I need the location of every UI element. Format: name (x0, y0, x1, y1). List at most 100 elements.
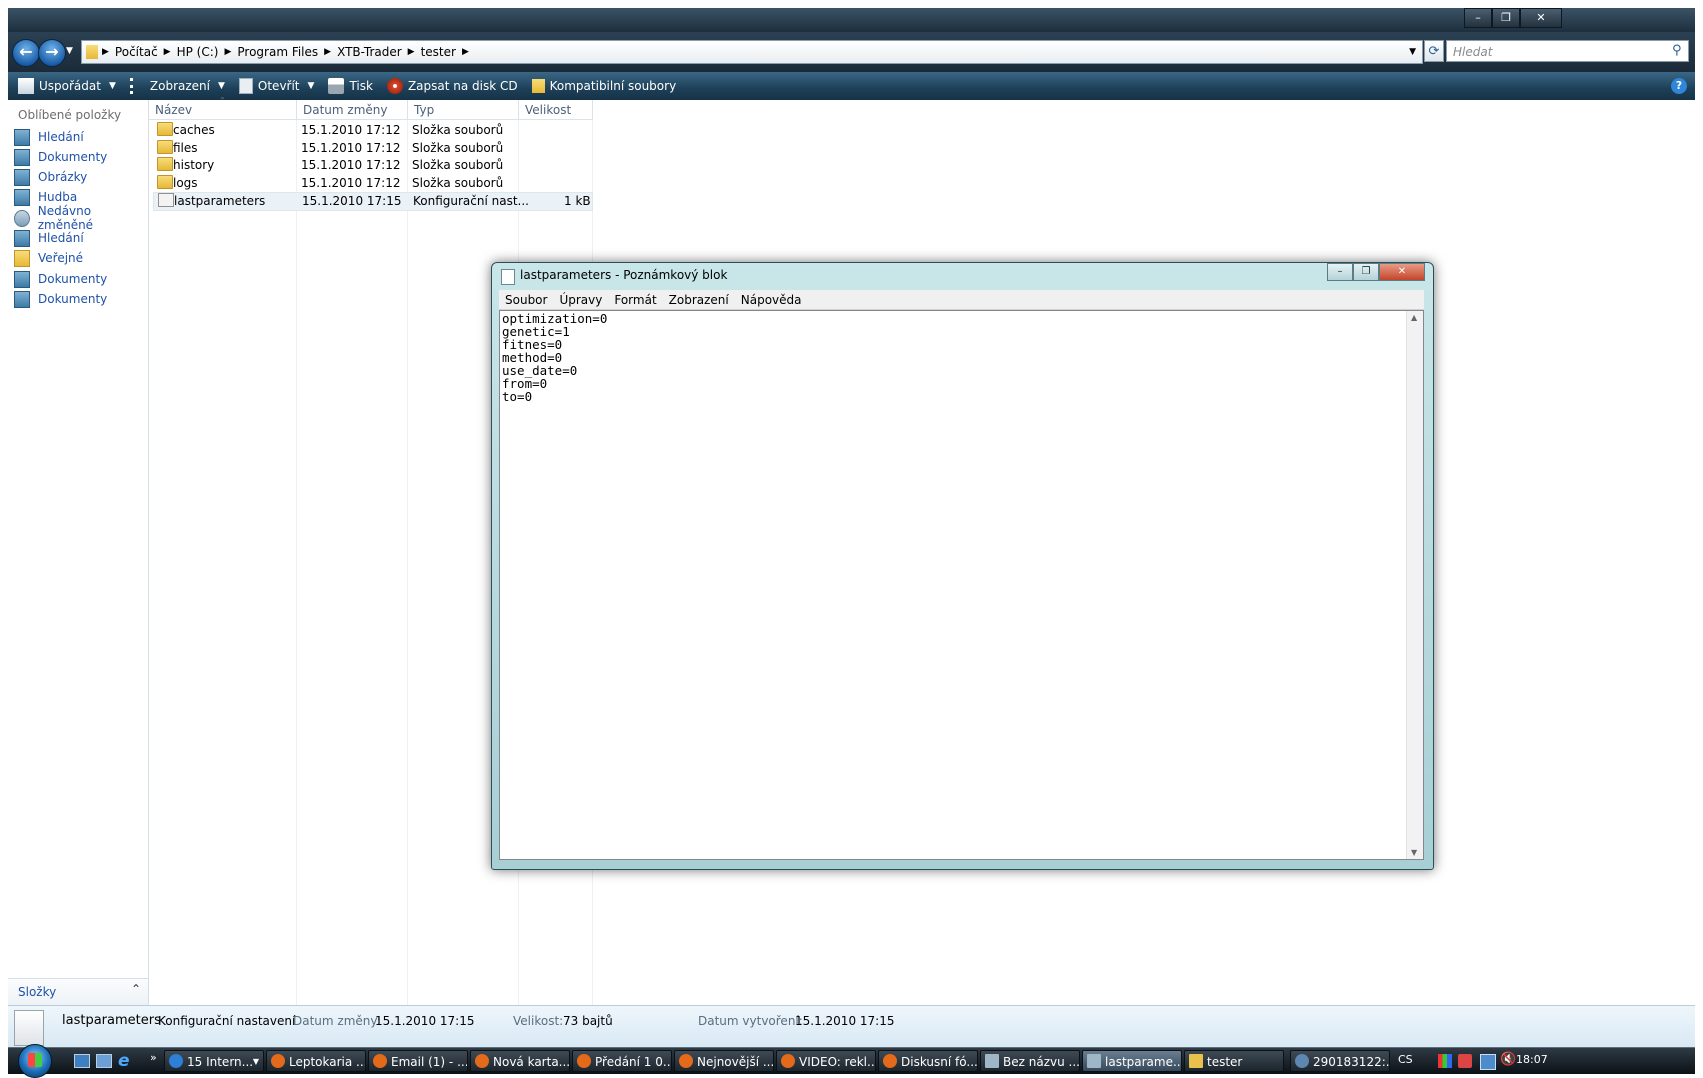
search-folder-icon (14, 128, 30, 146)
file-date: 15.1.2010 17:12 (301, 141, 401, 155)
notepad-content: optimization=0 genetic=1 fitnes=0 method… (502, 311, 608, 404)
breadcrumb-separator[interactable]: ▶ (462, 47, 469, 57)
menu-edit[interactable]: Úpravy (553, 293, 608, 307)
breadcrumb-separator[interactable]: ▶ (224, 47, 231, 57)
scroll-down-icon[interactable]: ▼ (1411, 848, 1417, 857)
help-icon[interactable]: ? (1671, 78, 1687, 94)
file-row-selected[interactable]: lastparameters 15.1.2010 17:15 Konfigura… (153, 192, 593, 211)
forward-button[interactable]: → (38, 39, 66, 67)
internet-explorer-icon (169, 1054, 183, 1068)
tray-app-icon[interactable] (1438, 1054, 1452, 1068)
internet-explorer-icon[interactable]: e (118, 1051, 130, 1071)
clock-time[interactable]: 18:07 (1516, 1053, 1548, 1066)
details-file-name: lastparameters (62, 1013, 161, 1028)
breadcrumb-computer[interactable]: Počítač (109, 45, 164, 59)
file-row[interactable]: logs 15.1.2010 17:12 Složka souborů (153, 175, 591, 192)
taskbar-button[interactable]: Diskusní fó... (878, 1050, 978, 1072)
breadcrumb-separator[interactable]: ▶ (324, 47, 331, 57)
file-row[interactable]: files 15.1.2010 17:12 Složka souborů (153, 140, 591, 157)
search-icon[interactable]: ⚲ (1672, 43, 1682, 58)
quick-launch-overflow-icon[interactable]: » (150, 1051, 157, 1064)
language-indicator[interactable]: CS (1398, 1053, 1413, 1066)
scroll-up-icon[interactable]: ▲ (1411, 313, 1417, 322)
nav-item-label: Dokumenty (38, 272, 108, 286)
minimize-button[interactable]: – (1464, 8, 1492, 28)
notepad-maximize-button[interactable]: ❐ (1353, 263, 1379, 281)
taskbar-button[interactable]: VIDEO: rekl... (776, 1050, 876, 1072)
nav-item-pictures[interactable]: Obrázky (14, 167, 87, 187)
taskbar-button[interactable]: 290183122:... (1290, 1050, 1390, 1072)
notepad-menubar: Soubor Úpravy Formát Zobrazení Nápověda (499, 290, 1424, 310)
switch-windows-icon[interactable] (96, 1054, 112, 1068)
nav-item-search-2[interactable]: Hledání (14, 228, 84, 248)
taskbar-button[interactable]: Leptokaria ... (266, 1050, 366, 1072)
breadcrumb-xtb-trader[interactable]: XTB-Trader (331, 45, 408, 59)
search-input[interactable]: Hledat (1446, 40, 1689, 62)
close-button[interactable]: ✕ (1520, 8, 1562, 28)
open-button[interactable]: Otevřít ▼ (238, 78, 315, 94)
details-size-value: 73 bajtů (563, 1014, 613, 1028)
notepad-minimize-button[interactable]: – (1327, 263, 1353, 281)
refresh-button[interactable]: ⟳ (1424, 40, 1444, 62)
views-icon (129, 78, 145, 94)
menu-view[interactable]: Zobrazení (663, 293, 735, 307)
details-created-value: 15.1.2010 17:15 (795, 1014, 895, 1028)
column-divider (407, 120, 408, 1005)
folders-toggle[interactable]: Složky ⌃ (8, 978, 148, 1005)
vertical-scrollbar[interactable]: ▲ ▼ (1406, 311, 1423, 859)
volume-muted-icon[interactable]: 🔇 (1500, 1052, 1516, 1067)
notepad-close-button[interactable]: ✕ (1379, 263, 1425, 281)
menu-file[interactable]: Soubor (499, 293, 553, 307)
tray-app-icon[interactable] (1458, 1054, 1472, 1068)
organize-button[interactable]: Uspořádat ▼ (18, 78, 116, 94)
back-button[interactable]: ← (12, 39, 40, 67)
file-row[interactable]: history 15.1.2010 17:12 Složka souborů (153, 157, 591, 174)
breadcrumb-separator[interactable]: ▶ (408, 47, 415, 57)
menu-format[interactable]: Formát (608, 293, 662, 307)
taskbar-button[interactable]: tester (1184, 1050, 1284, 1072)
taskbar-button-label: Email (1) - ... (391, 1055, 468, 1069)
file-row[interactable]: caches 15.1.2010 17:12 Složka souborů (153, 122, 591, 139)
nav-item-label: Dokumenty (38, 292, 108, 306)
burn-button[interactable]: Zapsat na disk CD (386, 78, 518, 94)
nav-item-documents-2[interactable]: Dokumenty (14, 269, 107, 289)
nav-item-public[interactable]: Veřejné (14, 248, 83, 268)
nav-item-documents-3[interactable]: Dokumenty (14, 289, 107, 309)
breadcrumb-drive[interactable]: HP (C:) (171, 45, 225, 59)
chevron-down-icon: ▼ (307, 81, 315, 91)
breadcrumb-tester[interactable]: tester (415, 45, 462, 59)
folder-icon (157, 140, 173, 154)
print-button[interactable]: Tisk (328, 78, 373, 94)
taskbar-button[interactable]: 15 Intern... ▼ (164, 1050, 264, 1072)
show-desktop-icon[interactable] (74, 1054, 90, 1068)
views-button[interactable]: Zobrazení ▼ (129, 78, 225, 94)
documents-icon (14, 290, 30, 308)
breadcrumb-separator[interactable]: ▶ (102, 47, 109, 57)
taskbar-button[interactable]: Nejnovější ... (674, 1050, 774, 1072)
taskbar-button-active[interactable]: lastparame... (1082, 1050, 1182, 1072)
maximize-button[interactable]: ❐ (1492, 8, 1520, 28)
compat-files-button[interactable]: Kompatibilní soubory (531, 79, 676, 93)
nav-item-recent[interactable]: Nedávno změněné (14, 204, 148, 232)
menu-help[interactable]: Nápověda (735, 293, 808, 307)
notepad-text-area[interactable]: optimization=0 genetic=1 fitnes=0 method… (499, 310, 1424, 860)
recent-pages-icon[interactable]: ▼ (66, 46, 73, 56)
firefox-icon (373, 1054, 387, 1068)
sort-ascending-icon: ⌃ (219, 96, 226, 105)
taskbar-button[interactable]: Bez názvu ... (980, 1050, 1080, 1072)
network-icon[interactable] (1480, 1054, 1496, 1070)
column-header-date[interactable]: Datum změny (297, 100, 408, 120)
taskbar-button[interactable]: Předání 1 0... (572, 1050, 672, 1072)
nav-item-documents[interactable]: Dokumenty (14, 147, 107, 167)
nav-item-search[interactable]: Hledání (14, 127, 84, 147)
column-header-type[interactable]: Typ (408, 100, 519, 120)
breadcrumb-separator[interactable]: ▶ (164, 47, 171, 57)
column-header-size[interactable]: Velikost (519, 100, 593, 120)
printer-icon (328, 78, 345, 94)
taskbar-button[interactable]: Nová karta... (470, 1050, 570, 1072)
address-bar[interactable]: ▶ Počítač ▶ HP (C:) ▶ Program Files ▶ XT… (81, 40, 1423, 64)
taskbar-button[interactable]: Email (1) - ... (368, 1050, 468, 1072)
notepad-window: lastparameters - Poznámkový blok – ❐ ✕ S… (491, 262, 1434, 870)
breadcrumb-program-files[interactable]: Program Files (231, 45, 324, 59)
address-dropdown-icon[interactable]: ▼ (1409, 47, 1416, 57)
